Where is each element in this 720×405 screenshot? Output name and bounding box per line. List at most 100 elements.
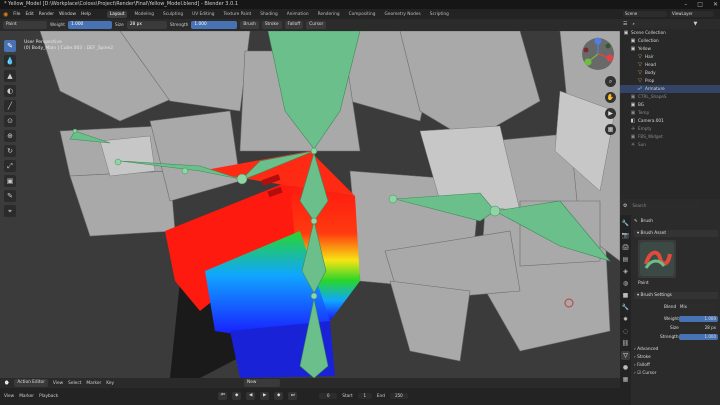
menu-edit[interactable]: Edit (25, 12, 33, 17)
tl-menu-key[interactable]: Key (106, 381, 114, 386)
view-layer-tab-icon[interactable]: ▤ (621, 255, 630, 264)
next-key-icon[interactable]: ◆ (274, 392, 284, 400)
tab-layout[interactable]: Layout (106, 10, 128, 18)
blur-tool-icon[interactable]: 💧 (4, 55, 16, 67)
tab-texture-paint[interactable]: Texture Paint (222, 12, 254, 17)
tl2-menu-view[interactable]: View (4, 394, 14, 399)
gradient-tool-icon[interactable]: ╱ (4, 100, 16, 112)
properties-icon[interactable]: ⚙ (623, 203, 627, 209)
zoom-icon[interactable]: ⌕ (605, 76, 616, 87)
tl-menu-select[interactable]: Select (68, 381, 81, 386)
tl-menu-view[interactable]: View (53, 381, 63, 386)
scale-tool-icon[interactable]: ⤢ (4, 160, 16, 172)
play-reverse-icon[interactable]: ◀ (246, 392, 256, 400)
data-tab-icon[interactable]: ▽ (621, 351, 630, 360)
editor-type-icon[interactable]: ⌚ (4, 381, 9, 386)
draw-tool-icon[interactable]: ✎ (4, 40, 16, 52)
tab-sculpting[interactable]: Sculpting (161, 12, 185, 17)
tab-rendering[interactable]: Rendering (316, 12, 342, 17)
stroke-subpanel[interactable]: › Stroke (634, 355, 718, 360)
blender-logo-icon[interactable]: ◉ (3, 11, 8, 18)
maximize-button[interactable]: □ (697, 0, 703, 9)
action-editor-selector[interactable]: Action Editor (14, 379, 48, 387)
end-frame-field[interactable]: 250 (389, 393, 408, 399)
material-tab-icon[interactable]: ● (621, 363, 630, 372)
outliner-row[interactable]: ▣ Yellow (620, 45, 720, 53)
view-layer-selector[interactable]: ViewLayer (670, 11, 714, 17)
new-action-button[interactable]: New (244, 379, 281, 387)
minimize-button[interactable]: – (684, 0, 687, 9)
outliner-row[interactable]: ▣ Temp (620, 109, 720, 117)
outliner-row[interactable]: ▣ FBS_Widget (620, 133, 720, 141)
grid-perspective-icon[interactable]: ▦ (605, 124, 616, 135)
transform-tool-icon[interactable]: ▣ (4, 175, 16, 187)
sample-vgroup-tool-icon[interactable]: ⊕ (4, 130, 16, 142)
outliner-row[interactable]: ▽ Prop (620, 77, 720, 85)
prop-strength-field[interactable]: 1.000 (678, 334, 718, 340)
play-icon[interactable]: ▶ (260, 392, 270, 400)
menu-file[interactable]: File (13, 12, 20, 17)
brush-selector[interactable]: Paint (3, 21, 47, 29)
brush-preview[interactable] (638, 240, 676, 278)
physics-tab-icon[interactable]: ◌ (621, 327, 630, 336)
modifier-tab-icon[interactable]: 🔧 (621, 303, 630, 312)
outliner-row[interactable]: ▽ Hair (620, 53, 720, 61)
tl2-menu-marker[interactable]: Marker (19, 394, 34, 399)
outliner-row[interactable]: ✛ Empty (620, 125, 720, 133)
falloff-menu[interactable]: Falloff (284, 21, 304, 29)
prop-weight-field[interactable]: 1.000 (678, 316, 718, 322)
tab-geometry-nodes[interactable]: Geometry Nodes (383, 12, 423, 17)
properties-search[interactable]: Search (630, 202, 701, 209)
tab-compositing[interactable]: Compositing (347, 12, 378, 17)
sample-weight-tool-icon[interactable]: ⊙ (4, 115, 16, 127)
falloff-subpanel[interactable]: › Falloff (634, 363, 718, 368)
jump-start-icon[interactable]: ⏮ (218, 392, 228, 400)
cursor-subpanel[interactable]: › ☑ Cursor (634, 371, 718, 376)
stroke-menu[interactable]: Stroke (261, 21, 282, 29)
rotate-tool-icon[interactable]: ↻ (4, 145, 16, 157)
prev-key-icon[interactable]: ◆ (232, 392, 242, 400)
advanced-subpanel[interactable]: › Advanced (634, 347, 718, 352)
outliner-row[interactable]: ☀ Sun (620, 141, 720, 149)
camera-view-icon[interactable]: ▶ (605, 108, 616, 119)
tab-animation[interactable]: Animation (285, 12, 311, 17)
object-tab-icon[interactable]: ■ (621, 291, 630, 300)
brush-settings-panel[interactable]: ▾ Brush Settings (634, 292, 718, 299)
tab-uv-editing[interactable]: UV Editing (190, 12, 216, 17)
navigation-gizmo[interactable] (580, 36, 616, 72)
outliner-row[interactable]: ☍ Armature (620, 85, 720, 93)
output-tab-icon[interactable]: 🖨 (621, 243, 630, 252)
cursor-menu[interactable]: Cursor (306, 21, 327, 29)
cursor-tool-icon[interactable]: ⌖ (4, 205, 16, 217)
prop-size-field[interactable]: 28 px (678, 325, 718, 331)
3d-viewport[interactable] (0, 31, 620, 378)
tab-shading[interactable]: Shading (258, 12, 279, 17)
outliner-row[interactable]: ▣ Scene Collection (620, 29, 720, 37)
constraints-tab-icon[interactable]: ⛓ (621, 339, 630, 348)
start-frame-field[interactable]: 1 (357, 393, 372, 399)
close-button[interactable]: ✕ (713, 0, 718, 9)
brush-asset-panel[interactable]: ▾ Brush Asset (634, 230, 718, 237)
outliner-search[interactable]: ⌕ (630, 21, 691, 27)
weight-field[interactable]: 1.000 (67, 21, 112, 29)
tl-menu-marker[interactable]: Marker (86, 381, 101, 386)
render-tab-icon[interactable]: 📷 (621, 231, 630, 240)
filter-icon[interactable]: ▼ (693, 21, 697, 27)
outliner-row[interactable]: ▽ Body (620, 69, 720, 77)
average-tool-icon[interactable]: ▲ (4, 70, 16, 82)
menu-window[interactable]: Window (59, 12, 76, 17)
pan-hand-icon[interactable]: ✋ (605, 92, 616, 103)
outliner-row[interactable]: ▣ CTRL_ShapeS (620, 93, 720, 101)
current-frame-field[interactable]: 0 (319, 393, 338, 399)
particles-tab-icon[interactable]: ✸ (621, 315, 630, 324)
size-field[interactable]: 28 px (126, 21, 167, 29)
annotate-tool-icon[interactable]: ✎ (4, 190, 16, 202)
outliner-row[interactable]: ▣ BG (620, 101, 720, 109)
tool-tab-icon[interactable]: 🔧 (621, 219, 630, 228)
menu-help[interactable]: Help (81, 12, 91, 17)
menu-render[interactable]: Render (39, 12, 54, 17)
tab-scripting[interactable]: Scripting (428, 12, 451, 17)
tl2-menu-playback[interactable]: Playback (39, 394, 58, 399)
brush-menu[interactable]: Brush (240, 21, 259, 29)
tab-modeling[interactable]: Modeling (132, 12, 156, 17)
